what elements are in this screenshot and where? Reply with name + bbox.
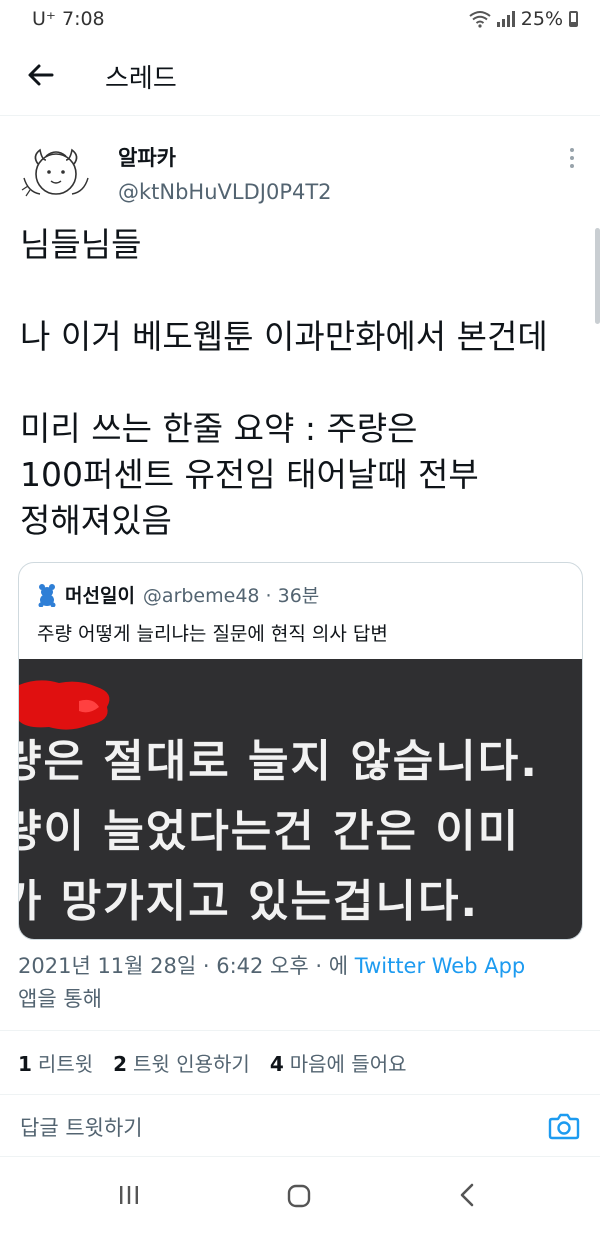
retweet-count: 1 <box>18 1052 32 1076</box>
back-arrow-icon[interactable] <box>26 60 56 90</box>
home-icon[interactable] <box>287 1184 311 1208</box>
status-carrier-time: U⁺ 7:08 <box>32 8 105 30</box>
wifi-icon <box>469 11 491 28</box>
retweet-label: 리트윗 <box>37 1052 94 1076</box>
camera-icon[interactable] <box>548 1110 580 1142</box>
quote-handle-time: @arbeme48 · 36분 <box>142 585 320 607</box>
battery-icon <box>569 11 578 27</box>
display-name[interactable]: 알파카 <box>118 142 176 172</box>
avatar[interactable] <box>18 134 94 210</box>
battery-percent: 25% <box>520 8 563 30</box>
tweet-stats: 1 리트윗 2 트윗 인용하기 4 마음에 들어요 <box>18 1048 407 1077</box>
quote-tweet-card[interactable]: 머선일이 @arbeme48 · 36분 주량 어떻게 늘리냐는 질문에 현직 … <box>18 562 583 940</box>
quote-image[interactable]: 량은 절대로 늘지 않습니다. 량이 늘었다는건 간은 이미 가 망가지고 있는… <box>19 659 582 939</box>
source-suffix: 앱을 통해 <box>18 987 102 1011</box>
retweet-stat[interactable]: 1 리트윗 <box>18 1048 93 1077</box>
source-link[interactable]: Twitter Web App <box>355 954 526 978</box>
divider <box>0 1094 600 1095</box>
image-text-line: 량이 늘었다는건 간은 이미 <box>19 806 521 857</box>
system-nav-bar <box>0 1160 600 1233</box>
signal-icon <box>496 11 515 27</box>
image-text-line: 량은 절대로 늘지 않습니다. <box>19 736 539 787</box>
quote-display-name: 머선일이 <box>65 585 135 607</box>
quote-text: 주량 어떻게 늘리냐는 질문에 현직 의사 답변 <box>37 623 388 645</box>
tweet-timestamp: 2021년 11월 28일 · 6:42 오후 · 에 Twitter Web … <box>18 950 588 1016</box>
page-title: 스레드 <box>105 64 177 94</box>
app-header: 스레드 <box>0 40 600 116</box>
quote-stat[interactable]: 2 트윗 인용하기 <box>113 1048 250 1077</box>
like-stat[interactable]: 4 마음에 들어요 <box>270 1048 407 1077</box>
divider <box>0 1156 600 1157</box>
quote-label: 트윗 인용하기 <box>133 1052 250 1076</box>
more-options-icon[interactable] <box>568 148 576 170</box>
like-count: 4 <box>269 1052 284 1076</box>
quote-author: 머선일이 @arbeme48 · 36분 <box>37 581 319 608</box>
status-right: 25% <box>469 8 578 30</box>
tweet-author: 알파카 @ktNbHuVLDJ0P4T2 <box>0 120 600 220</box>
status-bar: U⁺ 7:08 25% <box>0 0 600 40</box>
reply-bar[interactable]: 답글 트윗하기 <box>0 1096 600 1156</box>
like-label: 마음에 들어요 <box>289 1052 407 1076</box>
image-text-line: 가 망가지고 있는겁니다. <box>19 876 480 927</box>
gummy-bear-avatar-icon <box>38 583 56 607</box>
nav-back-icon[interactable] <box>458 1182 476 1208</box>
timestamp-date: 2021년 11월 28일 · 6:42 오후 · 에 <box>18 954 355 978</box>
scrollbar[interactable] <box>595 228 600 324</box>
recent-apps-icon[interactable] <box>118 1184 140 1206</box>
divider <box>0 1030 600 1031</box>
tweet-text: 님들님들 나 이거 베도웹툰 이과만화에서 본건데 미리 쓰는 한줄 요약 : … <box>20 225 548 540</box>
quote-count: 2 <box>113 1052 128 1076</box>
user-handle[interactable]: @ktNbHuVLDJ0P4T2 <box>118 180 332 204</box>
reply-input[interactable]: 답글 트윗하기 <box>20 1112 143 1142</box>
